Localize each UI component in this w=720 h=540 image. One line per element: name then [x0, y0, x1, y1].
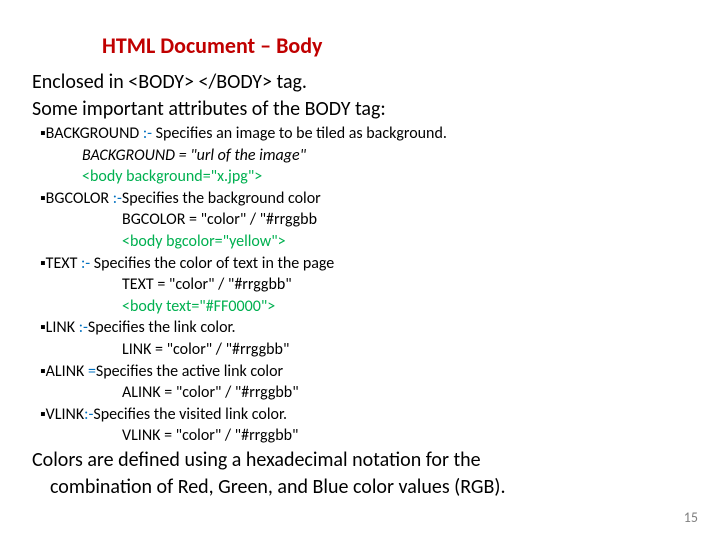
bullet-colors-cont: combination of Red, Green, and Blue colo…: [50, 474, 688, 501]
desc: Specifies the active link color: [96, 362, 283, 381]
bg-syntax: BACKGROUND = "url of the image": [82, 145, 688, 167]
bgc-syntax: BGCOLOR = "color" / "#rrggbb: [122, 209, 688, 231]
slide-content: HTML Document – Body Enclosed in <BODY> …: [0, 0, 720, 513]
sep: :-: [113, 189, 122, 208]
slide-title: HTML Document – Body: [102, 32, 688, 59]
attr-alink: ▪ALINK =Specifies the active link color: [40, 361, 688, 383]
page-number: 15: [684, 509, 698, 526]
attr-bgcolor: ▪BGCOLOR :-Specifies the background colo…: [40, 188, 688, 210]
sep: =: [88, 362, 96, 381]
attr-name: BACKGROUND: [46, 124, 143, 143]
alink-syntax: ALINK = "color" / "#rrggbb": [122, 382, 688, 404]
attr-name: VLINK: [46, 405, 84, 424]
attr-background: ▪BACKGROUND :- Specifies an image to be …: [40, 123, 688, 145]
desc: Specifies an image to be tiled as backgr…: [156, 124, 447, 143]
attr-text: ▪TEXT :- Specifies the color of text in …: [40, 253, 688, 275]
bullet-colors: Colors are defined using a hexadecimal n…: [32, 447, 688, 474]
sep: :-: [143, 124, 156, 143]
sep: :-: [79, 318, 88, 337]
bg-code: <body background="x.jpg">: [82, 166, 688, 188]
attr-vlink: ▪VLINK:-Specifies the visited link color…: [40, 404, 688, 426]
bgc-code: <body bgcolor="yellow">: [122, 231, 688, 253]
attr-name: LINK: [46, 318, 79, 337]
txt-code: <body text="#FF0000">: [122, 296, 688, 318]
text: Enclosed in <BODY> </BODY> tag.: [32, 70, 307, 94]
attr-name: BGCOLOR: [46, 189, 113, 208]
text: Some important attributes of the BODY ta…: [32, 97, 386, 121]
text: Colors are defined using a hexadecimal n…: [32, 448, 481, 472]
sep: :-: [81, 254, 94, 273]
txt-syntax: TEXT = "color" / "#rrggbb": [122, 274, 688, 296]
desc: Specifies the color of text in the page: [94, 254, 334, 273]
attr-name: ALINK: [46, 362, 88, 381]
desc: Specifies the visited link color.: [93, 405, 287, 424]
desc: Specifies the link color.: [88, 318, 236, 337]
vlink-syntax: VLINK = "color" / "#rrggbb": [122, 425, 688, 447]
attr-link: ▪LINK :-Specifies the link color.: [40, 317, 688, 339]
desc: Specifies the background color: [122, 189, 321, 208]
attr-name: TEXT: [46, 254, 81, 273]
bullet-attributes: Some important attributes of the BODY ta…: [32, 96, 688, 123]
bullet-enclosed: Enclosed in <BODY> </BODY> tag.: [32, 69, 688, 96]
link-syntax: LINK = "color" / "#rrggbb": [122, 339, 688, 361]
sep: :-: [84, 405, 93, 424]
